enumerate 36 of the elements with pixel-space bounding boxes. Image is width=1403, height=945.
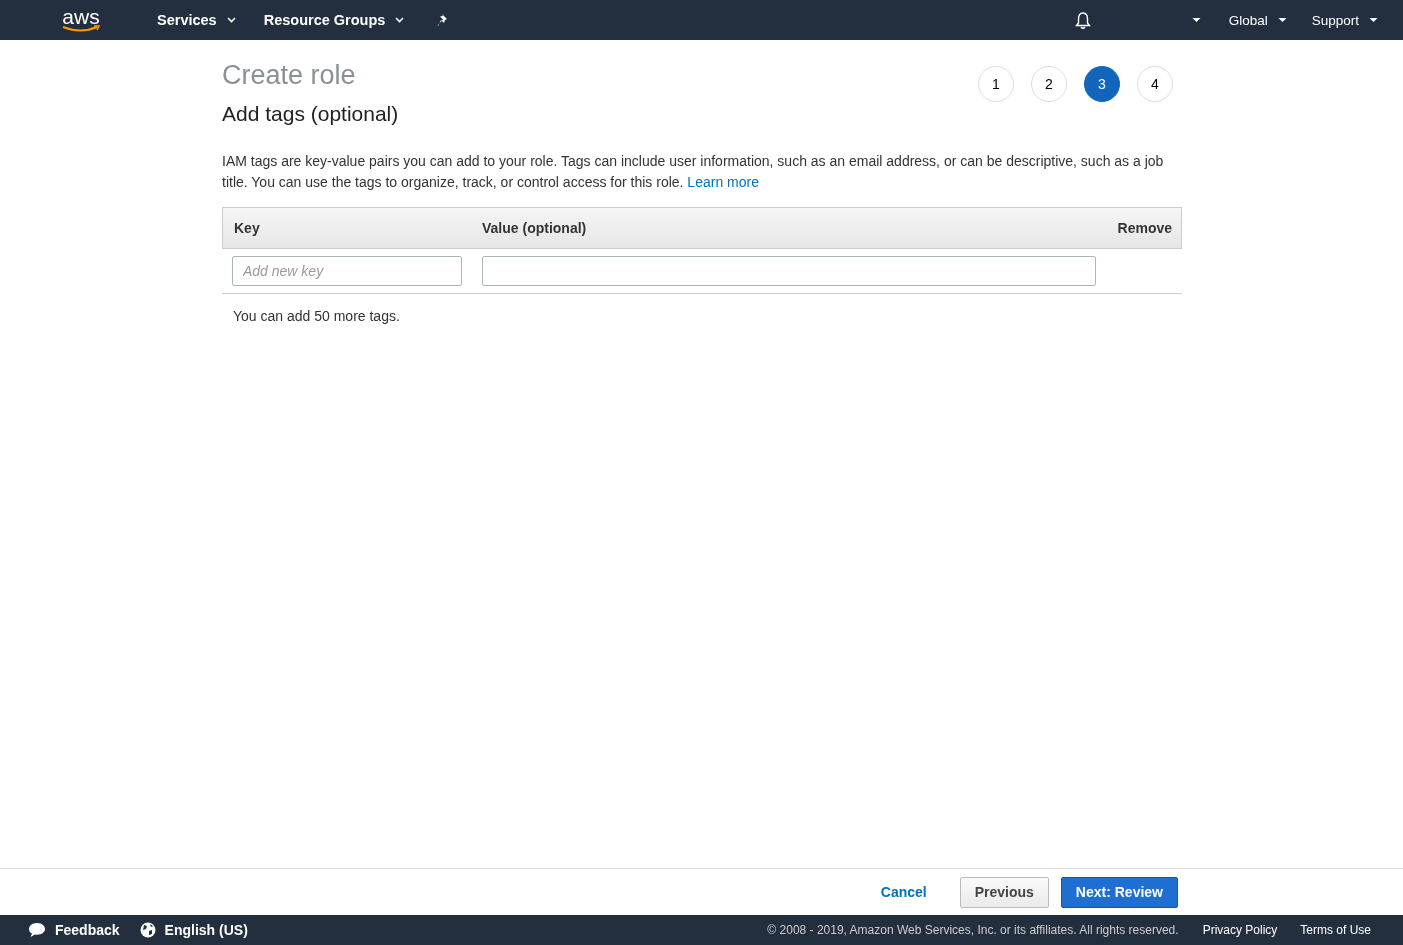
- footer-link[interactable]: Terms of Use: [1300, 923, 1371, 937]
- feedback-button[interactable]: Feedback: [28, 922, 120, 938]
- step-indicator[interactable]: 2: [1031, 66, 1067, 102]
- chevron-down-icon: [395, 17, 405, 23]
- column-header: Remove: [1117, 220, 1173, 236]
- caret-icon: [1191, 17, 1201, 23]
- language-button[interactable]: English (US): [139, 922, 248, 938]
- section-title: Add tags (optional): [222, 102, 400, 126]
- copyright-text: © 2008 - 2019, Amazon Web Services, Inc. or its affiliates. All rights reserved.: [767, 923, 1179, 937]
- page-title: Create role: [222, 60, 356, 91]
- nav-menu[interactable]: Support: [1311, 12, 1378, 28]
- nav-menu[interactable]: Services: [157, 12, 236, 28]
- account-menu[interactable]: [1191, 17, 1201, 23]
- aws-logo[interactable]: aws: [60, 7, 102, 33]
- description-text: IAM tags are key-value pairs you can add to your role. Tags can include user information, such as an email address, or can be descriptive, such as a job title. You can use the tags to organize, track, or control access for this role. Learn more: [222, 152, 1165, 192]
- previous-button[interactable]: Previous: [959, 876, 1049, 908]
- value-input-field[interactable]: [482, 256, 1096, 286]
- cancel-button[interactable]: Cancel: [874, 883, 933, 901]
- caret-icon: [1277, 17, 1287, 23]
- caret-icon: [1369, 17, 1378, 23]
- notifications-bell-icon[interactable]: [1073, 10, 1092, 30]
- chevron-down-icon: [226, 17, 236, 23]
- step-indicator[interactable]: 4: [1137, 66, 1173, 102]
- speech-bubble-icon: [28, 922, 46, 938]
- column-header: Key: [233, 220, 261, 236]
- nav-menu[interactable]: Global: [1228, 12, 1287, 28]
- tags-remaining-text: You can add 50 more tags.: [233, 308, 401, 324]
- learn-more-link[interactable]: Learn more: [687, 174, 759, 190]
- next-review-button[interactable]: Next: Review: [1060, 876, 1178, 908]
- key-input-field[interactable]: Add new key: [232, 256, 462, 286]
- footer-link[interactable]: Privacy Policy: [1202, 923, 1278, 937]
- column-header: Value (optional): [482, 220, 588, 236]
- step-indicator[interactable]: 1: [978, 66, 1014, 102]
- globe-icon: [139, 922, 156, 938]
- step-indicator[interactable]: 3: [1084, 66, 1120, 102]
- nav-menu[interactable]: Resource Groups: [263, 12, 405, 28]
